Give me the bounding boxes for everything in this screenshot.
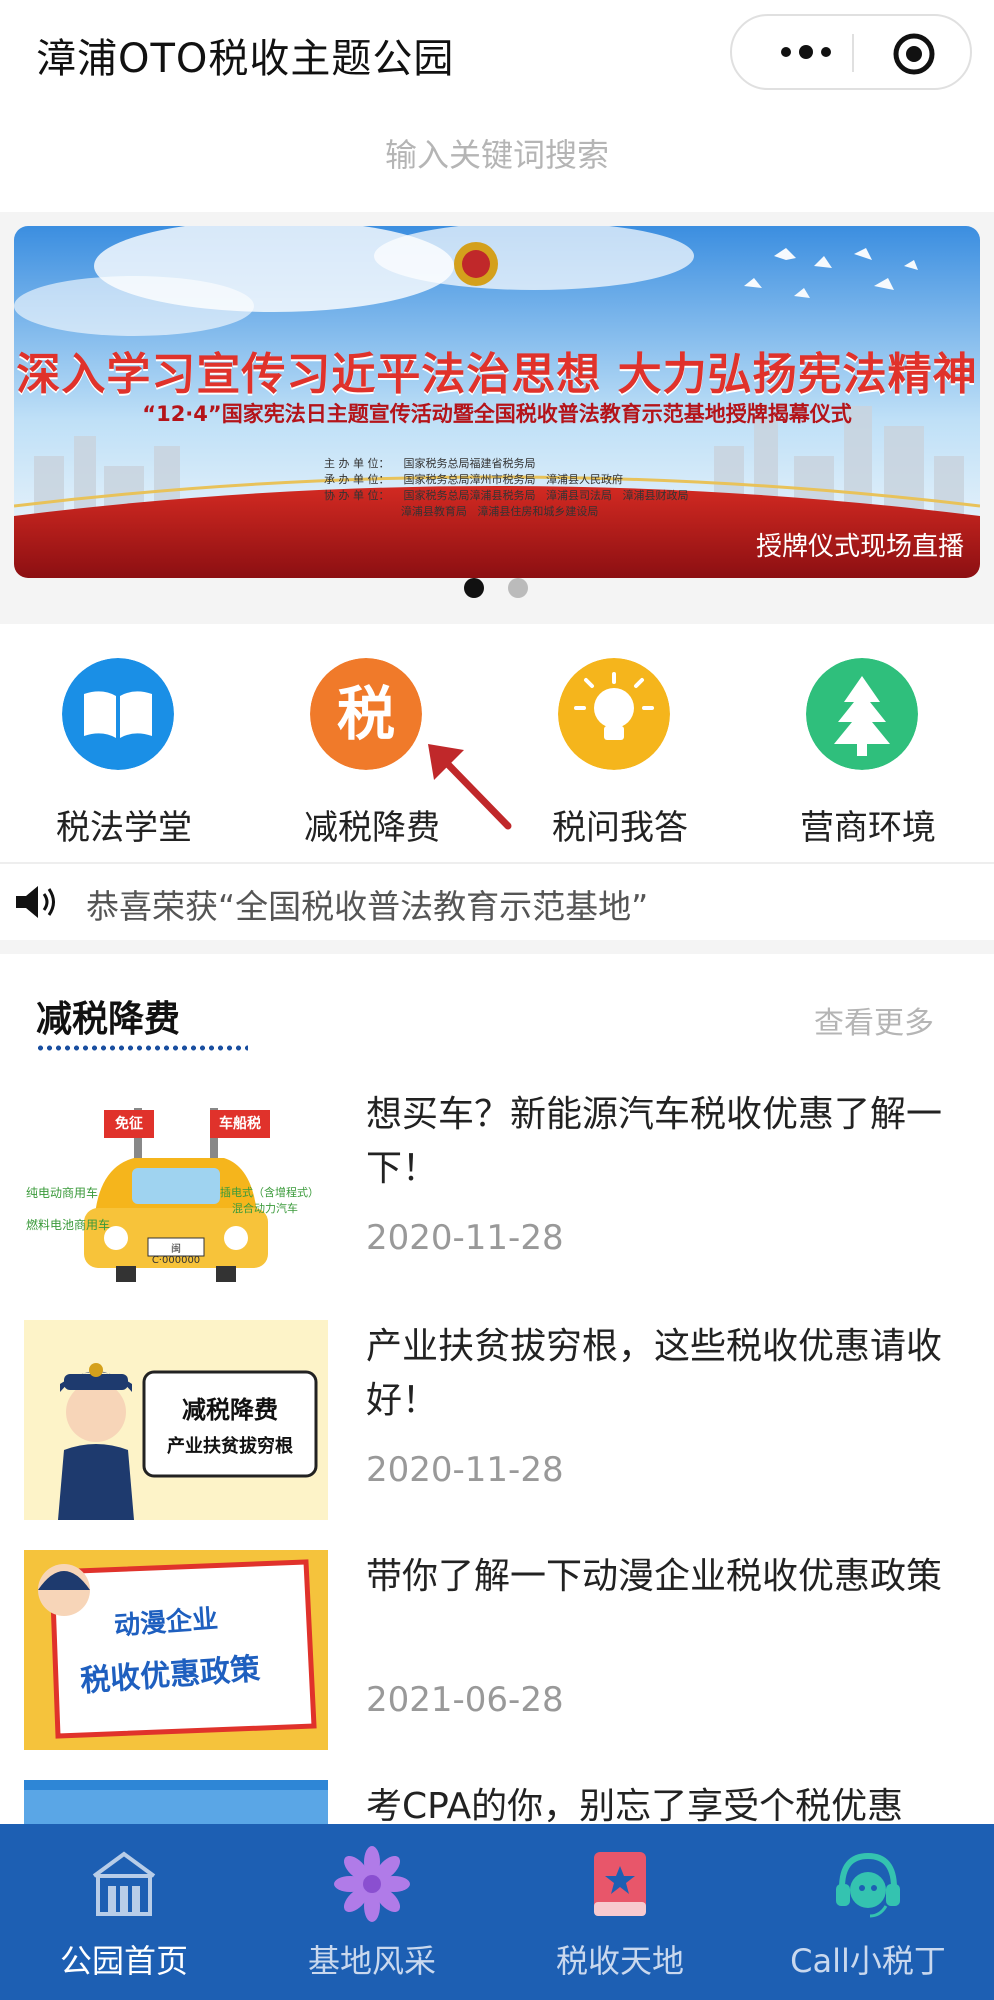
- pointer-arrow-icon: [428, 744, 512, 830]
- thumb-text: 燃料电池商用车: [26, 1218, 111, 1232]
- thumb-text: 混合动力汽车: [232, 1202, 298, 1215]
- quicknav-tax-school[interactable]: 税法学堂: [0, 650, 248, 850]
- thumb-text: 动漫企业: [113, 1604, 220, 1642]
- article-date: 2020-11-28: [366, 1450, 564, 1490]
- banner-title: 深入学习宣传习近平法治思想 大力弘扬宪法精神: [16, 349, 978, 400]
- article-thumbnail: [24, 1780, 328, 1824]
- lightbulb-icon: [558, 658, 670, 770]
- tab-label: 基地风采: [307, 1942, 436, 1980]
- thumb-text: 纯电动商用车: [26, 1186, 99, 1200]
- tab-label: 公园首页: [59, 1942, 188, 1980]
- tax-character-icon: 税: [310, 658, 422, 770]
- headset-icon: [836, 1852, 900, 1918]
- thumb-tag: 免征: [115, 1116, 143, 1132]
- capsule-divider: [852, 34, 854, 72]
- article-title[interactable]: 产业扶贫拔穷根，这些税收优惠请收好！: [366, 1320, 956, 1428]
- banner-organizers: 主 办 单 位： 国家税务总局福建省税务局 承 办 单 位： 国家税务总局漳州市…: [324, 457, 689, 518]
- bottom-tab-bar: 公园首页 基地风采 税收天地 Call小税丁: [0, 1824, 994, 2000]
- tab-base-showcase[interactable]: 基地风采: [248, 1824, 496, 2000]
- banner-slide[interactable]: 深入学习宣传习近平法治思想 大力弘扬宪法精神 “12·4”国家宪法日主题宣传活动…: [14, 226, 980, 578]
- thumb-plate: 闽C·000000: [151, 1244, 201, 1266]
- app-title: 漳浦OTO税收主题公园: [36, 36, 455, 82]
- carousel-indicator: [464, 578, 528, 598]
- flower-icon: [334, 1846, 410, 1922]
- view-more-link[interactable]: 查看更多: [814, 998, 934, 1042]
- quicknav-business-environment[interactable]: 营商环境: [744, 650, 992, 850]
- tree-icon: [806, 658, 918, 770]
- book-star-icon: [594, 1852, 646, 1916]
- notice-bar[interactable]: 恭喜荣获“全国税收普法教育示范基地”: [0, 862, 994, 940]
- thumb-tag: 车船税: [219, 1116, 261, 1132]
- thumb-text: 减税降费: [182, 1396, 278, 1424]
- tab-tax-world[interactable]: 税收天地: [496, 1824, 744, 2000]
- article-title[interactable]: 带你了解一下动漫企业税收优惠政策: [366, 1550, 956, 1604]
- article-date: 2021-06-28: [366, 1680, 564, 1720]
- mini-program-capsule: [730, 14, 972, 90]
- section-title: 减税降费: [36, 999, 181, 1040]
- search-placeholder[interactable]: 输入关键词搜索: [0, 130, 994, 176]
- article-item[interactable]: 免征 车船税 纯电动商用车 燃料电池商用车 插电式（含增程式） 混合动力汽车 闽…: [0, 1088, 994, 1308]
- article-thumbnail: 免征 车船税 纯电动商用车 燃料电池商用车 插电式（含增程式） 混合动力汽车 闽…: [24, 1088, 328, 1288]
- quicknav-label: 税法学堂: [56, 808, 192, 848]
- tab-call-assistant[interactable]: Call小税丁: [744, 1824, 992, 2000]
- article-title[interactable]: 想买车？新能源汽车税收优惠了解一下！: [366, 1088, 956, 1196]
- article-item[interactable]: 减税降费 产业扶贫拔穷根 产业扶贫拔穷根，这些税收优惠请收好！ 2020-11-…: [0, 1320, 994, 1540]
- more-icon[interactable]: [770, 34, 840, 70]
- section-gap: [0, 940, 994, 954]
- banner-subtitle: “12·4”国家宪法日主题宣传活动暨全国税收普法教育示范基地授牌揭幕仪式: [142, 402, 852, 426]
- speaker-icon: [16, 886, 55, 918]
- article-thumbnail: 减税降费 产业扶贫拔穷根: [24, 1320, 328, 1520]
- tab-label: 税收天地: [555, 1942, 684, 1980]
- tab-label: Call小税丁: [790, 1942, 946, 1980]
- quicknav-label: 税问我答: [552, 808, 688, 848]
- notice-text: 恭喜荣获“全国税收普法教育示范基地”: [86, 887, 649, 926]
- banner-live-label: 授牌仪式现场直播: [755, 532, 964, 562]
- quicknav-label: 营商环境: [800, 808, 936, 848]
- search-bar[interactable]: 输入关键词搜索: [0, 110, 994, 206]
- close-miniprogram-icon[interactable]: [892, 32, 936, 76]
- header: 漳浦OTO税收主题公园: [0, 0, 994, 110]
- thumb-text: 插电式（含增程式）: [220, 1186, 319, 1199]
- building-icon: [92, 1851, 156, 1916]
- article-item[interactable]: 动漫企业 税收优惠政策 带你了解一下动漫企业税收优惠政策 2021-06-28: [0, 1550, 994, 1770]
- article-thumbnail: 动漫企业 税收优惠政策: [24, 1550, 328, 1750]
- banner-carousel: 深入学习宣传习近平法治思想 大力弘扬宪法精神 “12·4”国家宪法日主题宣传活动…: [0, 212, 994, 624]
- tab-park-home[interactable]: 公园首页: [0, 1824, 248, 2000]
- thumb-text: 产业扶贫拔穷根: [167, 1436, 293, 1457]
- svg-text:税: 税: [337, 680, 395, 748]
- section-underline: [36, 1044, 248, 1052]
- quicknav-tax-qa[interactable]: 税问我答: [496, 650, 744, 850]
- book-icon: [62, 658, 174, 770]
- article-date: 2020-11-28: [366, 1218, 564, 1258]
